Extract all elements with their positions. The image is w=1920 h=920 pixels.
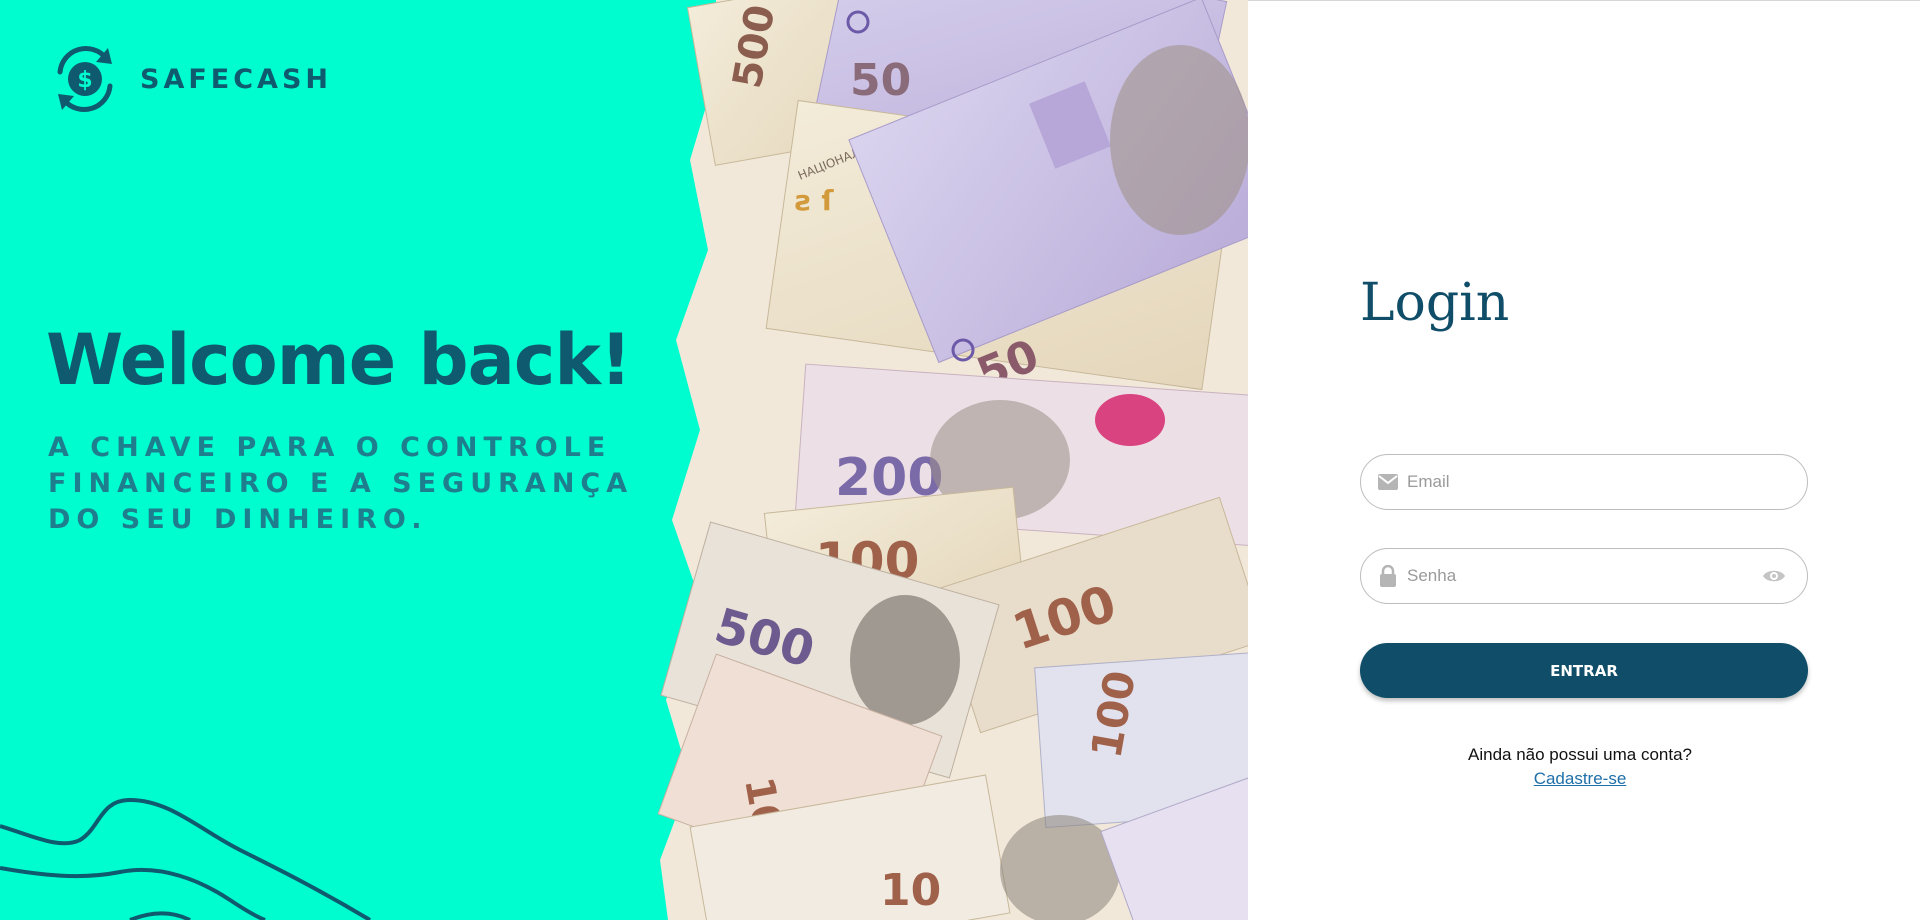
hero-panel: 500 50 НАЦІОНАЛЬНИЙ БАНК УКРАЇНИ ꙅ ſ 50 bbox=[0, 0, 1248, 920]
dollar-sign: $ bbox=[77, 68, 92, 93]
tagline-line: FINANCEIRO E A SEGURANÇA bbox=[48, 468, 634, 499]
svg-text:ꙅ ſ: ꙅ ſ bbox=[795, 184, 834, 217]
no-account-text: Ainda não possui uma conta? bbox=[1468, 745, 1692, 764]
lock-icon bbox=[1377, 565, 1399, 587]
password-input[interactable] bbox=[1407, 566, 1761, 586]
brand-name: SAFECASH bbox=[140, 63, 332, 95]
banknote-value-label: 50 bbox=[850, 55, 911, 106]
signup-link[interactable]: Cadastre-se bbox=[1534, 769, 1627, 788]
signup-link-wrapper: Cadastre-se bbox=[1360, 769, 1800, 789]
login-title: Login bbox=[1360, 273, 1510, 333]
welcome-heading: Welcome back! bbox=[46, 319, 632, 401]
email-field[interactable] bbox=[1360, 454, 1808, 510]
password-field[interactable] bbox=[1360, 548, 1808, 604]
tagline-line: A CHAVE PARA O CONTROLE bbox=[48, 432, 612, 463]
login-panel: Login Email ENTRAR Ainda não possui uma … bbox=[1248, 0, 1920, 920]
email-input[interactable] bbox=[1407, 472, 1807, 492]
envelope-icon bbox=[1377, 471, 1399, 493]
decorative-swirl bbox=[0, 797, 372, 920]
login-page: 500 50 НАЦІОНАЛЬНИЙ БАНК УКРАЇНИ ꙅ ſ 50 bbox=[0, 0, 1920, 920]
tagline-line: DO SEU DINHEIRO. bbox=[48, 504, 428, 535]
dollar-cycle-icon: $ bbox=[57, 46, 113, 112]
hero-tagline: A CHAVE PARA O CONTROLE FINANCEIRO E A S… bbox=[48, 430, 668, 538]
brand-logo: $ SAFECASH bbox=[48, 42, 332, 116]
login-button[interactable]: ENTRAR bbox=[1360, 643, 1808, 698]
eye-icon[interactable] bbox=[1761, 565, 1787, 587]
banknote-value-label: 10 bbox=[880, 865, 941, 916]
